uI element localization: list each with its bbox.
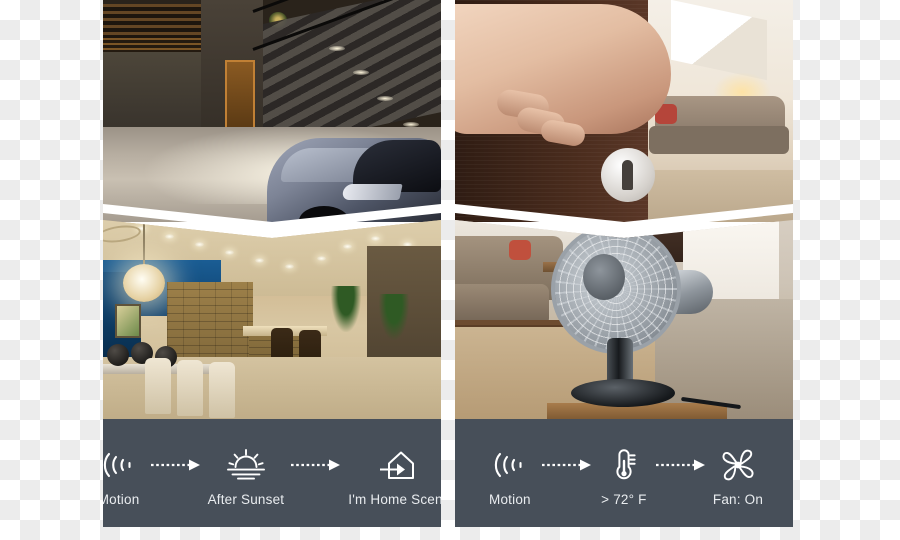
decor-vase xyxy=(107,344,129,366)
automation-panel-lighting: Motion After Sunset I'm Home Scene xyxy=(103,0,441,527)
flow-step-label: > 72° F xyxy=(601,492,647,507)
dining-chair xyxy=(209,362,235,418)
recessed-light xyxy=(195,242,204,247)
flow-step-label: After Sunset xyxy=(207,492,285,507)
fan-icon xyxy=(719,445,757,485)
flow-arrow-icon xyxy=(649,445,713,485)
automation-flow-climate: Motion > 72° F Fan: On xyxy=(485,439,763,507)
motion-sensor-icon xyxy=(493,445,527,485)
hand xyxy=(455,4,671,134)
motion-sensor-icon xyxy=(103,445,136,485)
desk-fan-photo xyxy=(455,220,793,419)
flow-arrow-icon xyxy=(284,445,348,485)
night-driveway-photo xyxy=(103,0,441,222)
front-door xyxy=(225,60,255,130)
step-light xyxy=(329,46,345,51)
night-driveway-artwork xyxy=(103,0,441,222)
automation-caption-bar-climate: Motion > 72° F Fan: On xyxy=(455,419,793,527)
flow-step-fan[interactable]: Fan: On xyxy=(713,445,763,507)
screenshot-stage: Motion After Sunset I'm Home Scene Motio… xyxy=(0,0,900,540)
open-living-room-photo xyxy=(103,220,441,419)
desk-fan-artwork xyxy=(455,220,793,419)
car-headlight xyxy=(341,184,403,200)
open-living-room-artwork xyxy=(103,220,441,419)
flow-step-temperature[interactable]: > 72° F xyxy=(599,445,649,507)
recessed-light xyxy=(317,256,326,261)
fan-hub xyxy=(583,254,625,300)
home-scene-icon xyxy=(380,445,418,485)
recessed-light xyxy=(285,264,294,269)
recessed-light xyxy=(225,250,234,255)
flow-step-label: Motion xyxy=(489,492,531,507)
flow-arrow-icon xyxy=(144,445,208,485)
pendant-lamp xyxy=(123,264,165,302)
automation-panel-climate: Motion > 72° F Fan: On xyxy=(455,0,793,527)
automation-flow-lighting: Motion After Sunset I'm Home Scene xyxy=(103,439,441,507)
thermometer-icon xyxy=(611,445,637,485)
recessed-light xyxy=(343,244,352,249)
door-handle-artwork xyxy=(455,0,793,222)
photo-stack-left xyxy=(103,0,441,419)
dining-chair xyxy=(145,358,171,414)
sunset-icon xyxy=(226,445,266,485)
flow-step-after-sunset[interactable]: After Sunset xyxy=(208,445,285,507)
flow-step-label: Fan: On xyxy=(712,492,764,507)
potted-palm xyxy=(379,294,409,340)
recessed-light xyxy=(165,234,174,239)
step-light xyxy=(377,96,393,101)
keyhole xyxy=(622,160,633,190)
flow-step-label: Motion xyxy=(103,492,140,507)
fan-base xyxy=(571,379,675,407)
recessed-light xyxy=(255,258,264,263)
flow-step-home-scene[interactable]: I'm Home Scene xyxy=(348,445,441,507)
flow-step-motion[interactable]: Motion xyxy=(103,445,144,507)
flow-arrow-icon xyxy=(535,445,599,485)
potted-palm xyxy=(331,286,361,332)
flow-step-label: I'm Home Scene xyxy=(348,492,441,507)
step-light xyxy=(353,70,369,75)
wall-art xyxy=(115,304,141,338)
flow-step-motion[interactable]: Motion xyxy=(485,445,535,507)
throw-pillow xyxy=(509,240,531,260)
pendant-cord xyxy=(143,224,145,266)
photo-stack-right xyxy=(455,0,793,419)
sofa-ottoman xyxy=(649,126,789,154)
recessed-light xyxy=(371,236,380,241)
dining-chair xyxy=(177,360,203,416)
door-handle-photo xyxy=(455,0,793,222)
automation-caption-bar-lighting: Motion After Sunset I'm Home Scene xyxy=(103,419,441,527)
